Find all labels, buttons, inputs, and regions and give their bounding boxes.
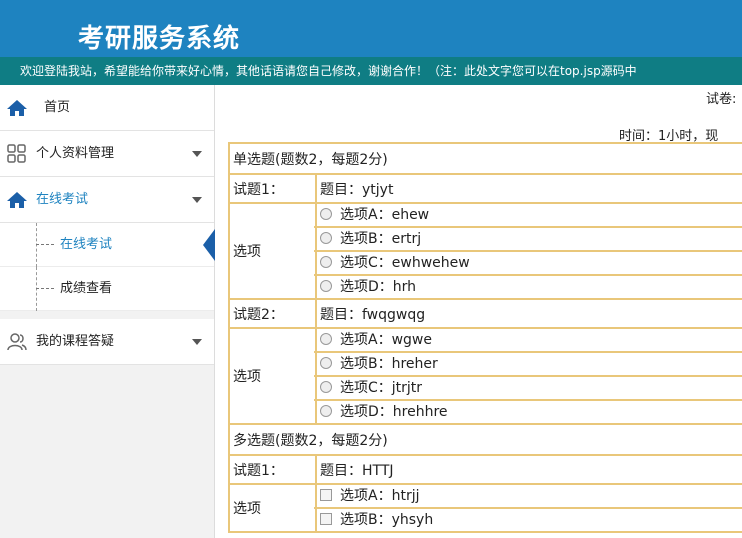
sidebar: 首页 个人资料管理 在线考试 在线考试 成绩查看 我的课程答疑 bbox=[0, 85, 215, 538]
question-title: 题目：ytjyt bbox=[315, 173, 742, 204]
question-number: 试题1： bbox=[228, 454, 317, 485]
sidebar-item-profile[interactable]: 个人资料管理 bbox=[0, 131, 214, 177]
sidebar-subitem-label: 成绩查看 bbox=[60, 281, 113, 296]
chevron-down-icon bbox=[192, 151, 202, 157]
option-label: 选项A：ehew bbox=[340, 207, 430, 223]
option-row[interactable]: 选项A：wgwe bbox=[314, 329, 742, 353]
home-icon bbox=[7, 192, 27, 208]
option-row[interactable]: 选项B：hreher bbox=[314, 353, 742, 377]
sidebar-item-online-exam[interactable]: 在线考试 bbox=[0, 177, 214, 223]
tree-line bbox=[36, 244, 54, 245]
options-cell: 选项A：ehew 选项B：ertrj 选项C：ewhwehew 选项D：hrh bbox=[314, 202, 742, 300]
option-row[interactable]: 选项C：jtrjtr bbox=[314, 377, 742, 401]
sidebar-item-label: 个人资料管理 bbox=[36, 146, 115, 161]
option-label: 选项A：wgwe bbox=[340, 332, 432, 348]
radio-button[interactable] bbox=[320, 256, 332, 268]
user-icon bbox=[7, 333, 27, 351]
tree-line bbox=[36, 223, 37, 267]
tree-line bbox=[36, 267, 37, 311]
sidebar-subitem-label: 在线考试 bbox=[60, 237, 113, 252]
options-label: 选项 bbox=[228, 327, 317, 425]
sidebar-item-label: 首页 bbox=[44, 100, 71, 115]
option-label: 选项D：hrh bbox=[340, 279, 417, 295]
option-label: 选项C：jtrjtr bbox=[340, 380, 423, 396]
option-label: 选项C：ewhwehew bbox=[340, 255, 470, 271]
option-label: 选项B：ertrj bbox=[340, 231, 422, 247]
option-label: 选项B：yhsyh bbox=[340, 512, 434, 528]
notice-banner: 欢迎登陆我站，希望能给你带来好心情，其他话语请您自己修改，谢谢合作！（注：此处文… bbox=[0, 57, 742, 85]
home-icon bbox=[7, 100, 27, 116]
checkbox[interactable] bbox=[320, 489, 332, 501]
question-title: 题目：fwqgwqg bbox=[315, 298, 742, 329]
exam-name: 试卷: bbox=[706, 92, 737, 107]
radio-button[interactable] bbox=[320, 208, 332, 220]
option-row[interactable]: 选项D：hrehhre bbox=[314, 401, 742, 423]
options-cell: 选项A：wgwe 选项B：hreher 选项C：jtrjtr 选项D：hrehh… bbox=[314, 327, 742, 425]
sidebar-item-label: 在线考试 bbox=[36, 192, 89, 207]
section-header: 多选题(题数2，每题2分) bbox=[228, 423, 742, 456]
sidebar-item-home[interactable]: 首页 bbox=[0, 85, 214, 131]
chevron-down-icon bbox=[192, 197, 202, 203]
main-content: 试卷: 时间：1小时，现 单选题(题数2，每题2分) 试题1： 题目：ytjyt… bbox=[216, 85, 742, 538]
sidebar-item-label: 我的课程答疑 bbox=[36, 334, 115, 349]
sidebar-subitem-scores[interactable]: 成绩查看 bbox=[0, 267, 214, 311]
radio-button[interactable] bbox=[320, 333, 332, 345]
options-cell: 选项A：htrjj 选项B：yhsyh bbox=[314, 483, 742, 533]
option-label: 选项D：hrehhre bbox=[340, 404, 448, 420]
option-row[interactable]: 选项A：htrjj bbox=[314, 485, 742, 509]
sidebar-item-course-qa[interactable]: 我的课程答疑 bbox=[0, 319, 214, 365]
option-row[interactable]: 选项A：ehew bbox=[314, 204, 742, 228]
radio-button[interactable] bbox=[320, 232, 332, 244]
options-label: 选项 bbox=[228, 202, 317, 300]
question-table: 单选题(题数2，每题2分) 试题1： 题目：ytjyt 选项 选项A：ehew … bbox=[228, 142, 742, 533]
option-label: 选项A：htrjj bbox=[340, 488, 420, 504]
radio-button[interactable] bbox=[320, 381, 332, 393]
sidebar-subitem-online-exam[interactable]: 在线考试 bbox=[0, 223, 215, 267]
tree-line bbox=[36, 288, 54, 289]
chevron-down-icon bbox=[192, 339, 202, 345]
radio-button[interactable] bbox=[320, 280, 332, 292]
radio-button[interactable] bbox=[320, 357, 332, 369]
option-row[interactable]: 选项B：yhsyh bbox=[314, 509, 742, 531]
active-marker-icon bbox=[203, 229, 215, 261]
option-row[interactable]: 选项B：ertrj bbox=[314, 228, 742, 252]
radio-button[interactable] bbox=[320, 405, 332, 417]
options-label: 选项 bbox=[228, 483, 317, 533]
question-number: 试题1： bbox=[228, 173, 317, 204]
question-title: 题目：HTTJ bbox=[315, 454, 742, 485]
grid-icon bbox=[7, 144, 26, 163]
checkbox[interactable] bbox=[320, 513, 332, 525]
app-title: 考研服务系统 bbox=[78, 24, 241, 54]
option-label: 选项B：hreher bbox=[340, 356, 438, 372]
option-row[interactable]: 选项C：ewhwehew bbox=[314, 252, 742, 276]
question-number: 试题2： bbox=[228, 298, 317, 329]
app-header: 考研服务系统 欢迎登陆我站，希望能给你带来好心情，其他话语请您自己修改，谢谢合作… bbox=[0, 0, 742, 85]
section-header: 单选题(题数2，每题2分) bbox=[228, 142, 742, 175]
divider bbox=[0, 311, 214, 319]
option-row[interactable]: 选项D：hrh bbox=[314, 276, 742, 298]
